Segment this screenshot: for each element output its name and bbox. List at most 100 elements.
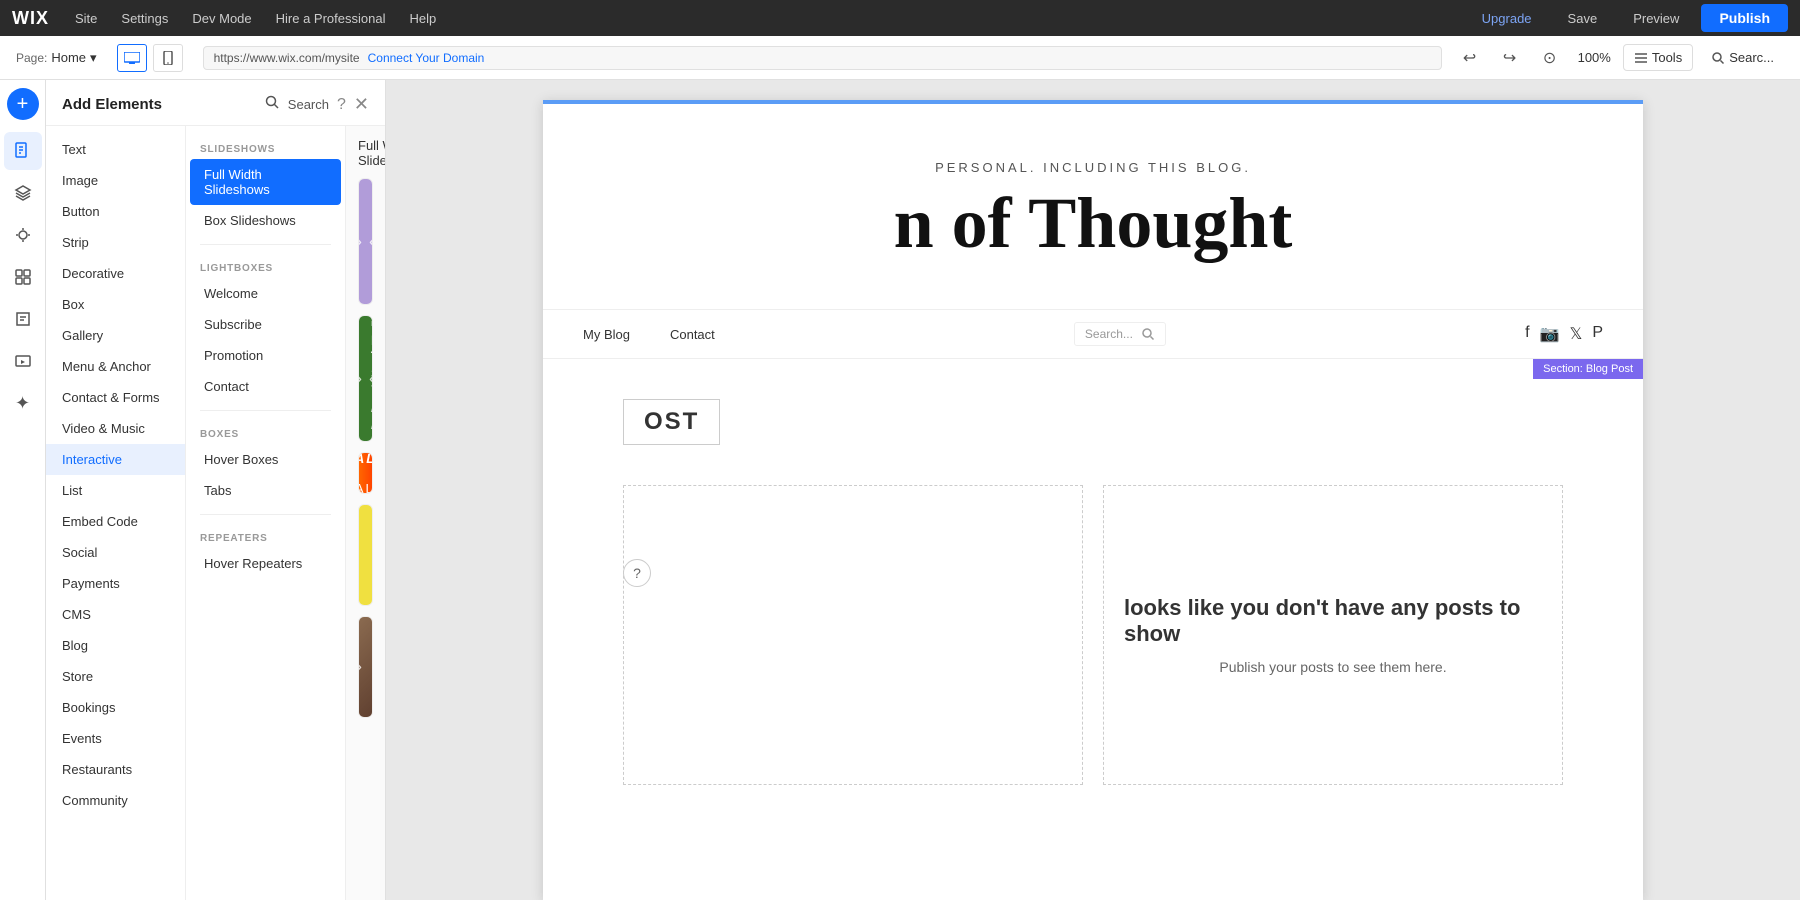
- publish-button[interactable]: Publish: [1701, 4, 1788, 32]
- subcategory-promotion[interactable]: Promotion: [190, 340, 341, 371]
- canvas-nav-search[interactable]: Search...: [1074, 322, 1166, 346]
- connect-domain-link[interactable]: Connect Your Domain: [368, 51, 485, 65]
- boxes-label: BOXES: [186, 419, 345, 444]
- redo-button[interactable]: ↪: [1494, 42, 1526, 74]
- sidebar-ai-icon[interactable]: ✦: [4, 384, 42, 422]
- url-bar: https://www.wix.com/mysite Connect Your …: [203, 46, 1442, 70]
- save-button[interactable]: Save: [1554, 6, 1612, 31]
- tools-label: Tools: [1652, 50, 1682, 65]
- category-gallery[interactable]: Gallery: [46, 320, 185, 351]
- undo-button[interactable]: ↩: [1454, 42, 1486, 74]
- homebar-eyebrow: PRICE: [371, 321, 372, 328]
- divider-1: [200, 244, 331, 245]
- top-nav: Site Settings Dev Mode Hire a Profession…: [65, 7, 446, 30]
- category-text[interactable]: Text: [46, 134, 185, 165]
- slide-next-5[interactable]: ›: [359, 653, 368, 682]
- page-selector[interactable]: Page: Home ▾: [16, 50, 97, 66]
- sidebar-blog-icon[interactable]: [4, 300, 42, 338]
- slide-next-1[interactable]: ›: [359, 227, 368, 256]
- category-interactive[interactable]: Interactive: [46, 444, 185, 475]
- subcategory-welcome[interactable]: Welcome: [190, 278, 341, 309]
- category-social[interactable]: Social: [46, 537, 185, 568]
- canvas-area[interactable]: PERSONAL. INCLUDING THIS BLOG. n of Thou…: [386, 80, 1800, 900]
- subcategory-box-slideshows[interactable]: Box Slideshows: [190, 205, 341, 236]
- nav-settings[interactable]: Settings: [111, 7, 178, 30]
- upgrade-button[interactable]: Upgrade: [1468, 6, 1546, 31]
- nav-site[interactable]: Site: [65, 7, 107, 30]
- slide-card-homebar[interactable]: ‹ PRICE HOW TOSTOCK YOURHome Bar 🍹: [358, 315, 373, 442]
- blog-post-section: Section: Blog Post OST ? looks like you …: [543, 359, 1643, 825]
- canvas-nav-myblog[interactable]: My Blog: [583, 327, 630, 342]
- panel-close-icon[interactable]: ✕: [354, 94, 369, 115]
- canvas-nav-socials: f 📷 𝕏 P: [1525, 324, 1603, 344]
- sidebar-pages-icon[interactable]: [4, 132, 42, 170]
- slide-homebar-bg: ‹ PRICE HOW TOSTOCK YOURHome Bar 🍹: [359, 316, 372, 441]
- add-elements-icon[interactable]: +: [7, 88, 39, 120]
- canvas-nav: My Blog Contact Search... f 📷 𝕏 P: [543, 309, 1643, 359]
- nav-devmode[interactable]: Dev Mode: [182, 7, 261, 30]
- subcategory-contact[interactable]: Contact: [190, 371, 341, 402]
- category-decorative[interactable]: Decorative: [46, 258, 185, 289]
- main-layout: + ✦ Add Elements Search: [0, 80, 1800, 900]
- subcategory-tabs[interactable]: Tabs: [190, 475, 341, 506]
- slide-sale-bg: SALE • SALE • SALE • SALE: [359, 453, 372, 493]
- slide-card-sale[interactable]: SALE • SALE • SALE • SALE: [358, 452, 373, 494]
- category-menu-anchor[interactable]: Menu & Anchor: [46, 351, 185, 382]
- subcategory-hover-repeaters[interactable]: Hover Repeaters: [190, 548, 341, 579]
- category-list[interactable]: List: [46, 475, 185, 506]
- second-bar-right: ↩ ↪ ⊙ 100% Tools Searc...: [1454, 42, 1784, 74]
- slide-card-collection[interactable]: ‹ A Whole New Collection 👩 ›: [358, 616, 373, 718]
- category-cms[interactable]: CMS: [46, 599, 185, 630]
- divider-2: [200, 410, 331, 411]
- category-box[interactable]: Box: [46, 289, 185, 320]
- canvas-post-content: looks like you don't have any posts to s…: [623, 485, 1563, 785]
- preview-button[interactable]: Preview: [1619, 6, 1693, 31]
- panel-header-actions: Search ? ✕: [264, 94, 369, 115]
- subcategory-full-width[interactable]: Full Width Slideshows: [190, 159, 341, 205]
- category-payments[interactable]: Payments: [46, 568, 185, 599]
- instagram-icon: 📷: [1540, 324, 1560, 344]
- category-strip[interactable]: Strip: [46, 227, 185, 258]
- panel-search-label: Search: [288, 97, 329, 112]
- panel-help-icon[interactable]: ?: [337, 96, 346, 114]
- nav-help[interactable]: Help: [399, 7, 446, 30]
- category-video-music[interactable]: Video & Music: [46, 413, 185, 444]
- desktop-view-icon[interactable]: [117, 44, 147, 72]
- canvas-blog-subtitle: PERSONAL. INCLUDING THIS BLOG.: [623, 160, 1563, 175]
- icon-sidebar: + ✦: [0, 80, 46, 900]
- category-contact-forms[interactable]: Contact & Forms: [46, 382, 185, 413]
- subcategory-list: SLIDESHOWS Full Width Slideshows Box Sli…: [186, 126, 346, 900]
- mobile-view-icon[interactable]: [153, 44, 183, 72]
- canvas-question-btn[interactable]: ?: [623, 559, 651, 587]
- category-community[interactable]: Community: [46, 785, 185, 816]
- panel-body: Text Image Button Strip Decorative Box G…: [46, 126, 385, 900]
- preview-panel: Full Width Slideshows ⓘ ‹ GETfit Start T…: [346, 126, 385, 900]
- category-embed-code[interactable]: Embed Code: [46, 506, 185, 537]
- category-image[interactable]: Image: [46, 165, 185, 196]
- zoom-icon: ⊙: [1534, 42, 1566, 74]
- category-events[interactable]: Events: [46, 723, 185, 754]
- subcategory-subscribe[interactable]: Subscribe: [190, 309, 341, 340]
- category-store[interactable]: Store: [46, 661, 185, 692]
- repeaters-label: REPEATERS: [186, 523, 345, 548]
- sidebar-design-icon[interactable]: [4, 216, 42, 254]
- category-blog[interactable]: Blog: [46, 630, 185, 661]
- sidebar-layers-icon[interactable]: [4, 174, 42, 212]
- sidebar-media-icon[interactable]: [4, 342, 42, 380]
- category-bookings[interactable]: Bookings: [46, 692, 185, 723]
- tools-button[interactable]: Tools: [1623, 44, 1693, 71]
- search-button[interactable]: Searc...: [1701, 45, 1784, 70]
- category-button[interactable]: Button: [46, 196, 185, 227]
- sidebar-apps-icon[interactable]: [4, 258, 42, 296]
- category-restaurants[interactable]: Restaurants: [46, 754, 185, 785]
- nav-hire[interactable]: Hire a Professional: [266, 7, 396, 30]
- view-icons: [117, 44, 183, 72]
- canvas-nav-contact[interactable]: Contact: [670, 327, 715, 342]
- subcategory-hover-boxes[interactable]: Hover Boxes: [190, 444, 341, 475]
- top-bar-actions: Upgrade Save Preview Publish: [1468, 4, 1788, 32]
- slide-card-designer[interactable]: ← HI! I'M a graphic DESIGNER FROM THE U.…: [358, 504, 373, 606]
- panel-search-icon[interactable]: [264, 94, 280, 115]
- slide-card-getfit[interactable]: ‹ GETfit Start Today 🧍 ›: [358, 178, 373, 305]
- slide-next-2[interactable]: ›: [359, 364, 368, 393]
- lightboxes-label: LIGHTBOXES: [186, 253, 345, 278]
